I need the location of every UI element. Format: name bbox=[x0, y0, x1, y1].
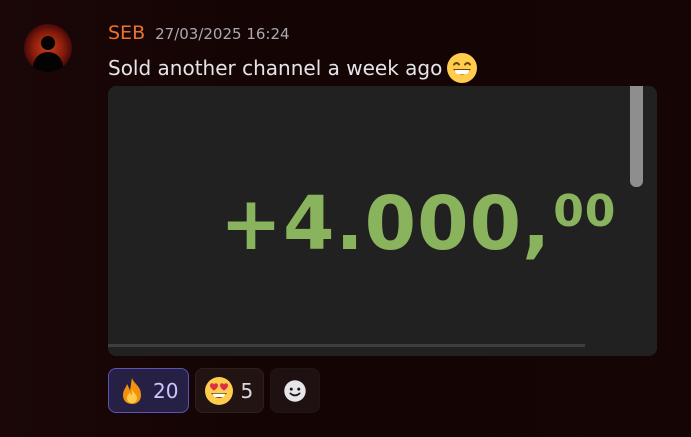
reaction-fire[interactable]: 20 bbox=[108, 368, 190, 413]
reaction-count: 20 bbox=[153, 378, 179, 403]
amount-main: +4.000, bbox=[220, 181, 552, 267]
avatar-silhouette-body bbox=[33, 52, 63, 72]
add-reaction-button[interactable] bbox=[270, 368, 321, 413]
grinning-face-icon[interactable] bbox=[446, 52, 478, 84]
reaction-heart-eyes[interactable]: 5 bbox=[195, 368, 265, 413]
heart-eyes-icon bbox=[205, 376, 234, 405]
message-text: Sold another channel a week ago bbox=[108, 56, 443, 80]
image-attachment[interactable]: +4.000, 00 bbox=[108, 86, 657, 356]
avatar[interactable] bbox=[24, 24, 72, 72]
fire-icon bbox=[123, 377, 141, 404]
message-header: SEB 27/03/2025 16:24 bbox=[108, 22, 290, 44]
avatar-silhouette-head bbox=[41, 36, 55, 50]
reaction-count: 5 bbox=[240, 378, 254, 403]
reactions-bar: 20 5 bbox=[108, 368, 321, 413]
horizontal-scrollbar bbox=[108, 344, 585, 347]
amount-display: +4.000, 00 bbox=[220, 184, 616, 264]
username[interactable]: SEB bbox=[108, 22, 145, 44]
amount-cents: 00 bbox=[553, 186, 617, 237]
message-content: Sold another channel a week ago bbox=[108, 52, 478, 84]
timestamp[interactable]: 27/03/2025 16:24 bbox=[155, 25, 289, 43]
smiley-icon bbox=[284, 379, 306, 402]
vertical-scrollbar bbox=[630, 86, 643, 187]
